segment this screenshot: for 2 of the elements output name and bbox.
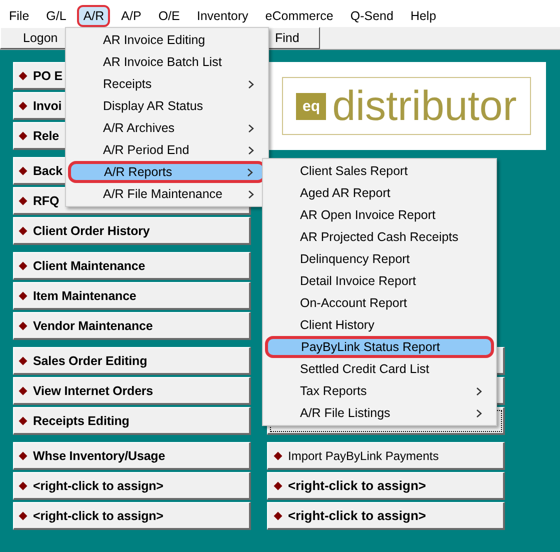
logo-mark: eq	[296, 92, 326, 120]
logo-text: distributor	[332, 85, 517, 127]
